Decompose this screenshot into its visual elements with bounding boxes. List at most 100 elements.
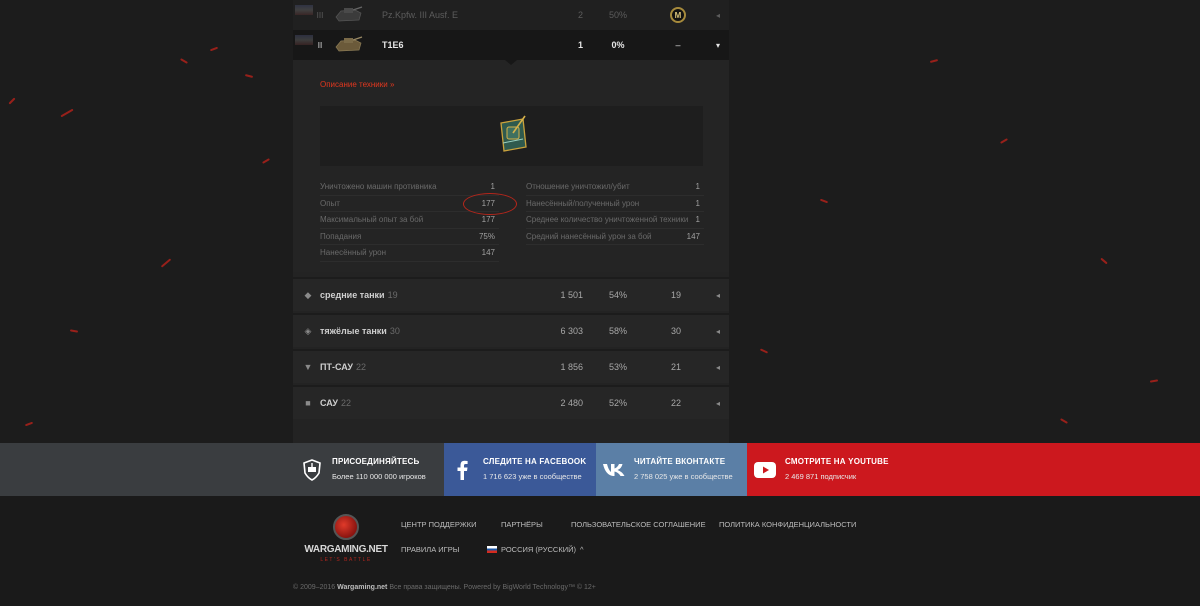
copyright: © 2009–2016 Wargaming.net Все права защи…: [293, 584, 596, 591]
partners-link[interactable]: ПАРТНЁРЫ: [501, 520, 543, 529]
mastery-badge-icon: M: [667, 7, 689, 23]
class-count: 22: [341, 398, 352, 408]
vk-subtitle: 2 758 025 уже в сообществе: [634, 472, 733, 481]
class-winrate: 52%: [608, 398, 627, 408]
class-row-spg[interactable]: ■ САУ 22 2 480 52% 22 ◂: [293, 385, 729, 419]
vk-title: ЧИТАЙТЕ ВКОНТАКТЕ: [634, 457, 726, 466]
class-name: ПТ-САУ 22: [320, 362, 367, 372]
class-row-tank-destroyers[interactable]: ▼ ПТ-САУ 22 1 856 53% 21 ◂: [293, 349, 729, 383]
expand-arrow-icon[interactable]: ◂: [713, 11, 723, 20]
language-label: РОССИЯ (РУССКИЙ): [501, 545, 576, 554]
vkontakte-banner[interactable]: ЧИТАЙТЕ ВКОНТАКТЕ 2 758 025 уже в сообще…: [596, 443, 747, 496]
collapse-arrow-icon[interactable]: ▾: [713, 41, 723, 50]
vehicle-tier: II: [317, 40, 323, 50]
class-mastery: 19: [670, 290, 681, 300]
facebook-banner[interactable]: СЛЕДИТЕ НА FACEBOOK 1 716 623 уже в сооб…: [444, 443, 596, 496]
youtube-subtitle: 2 469 871 подписчик: [785, 472, 857, 481]
vehicle-detail: Описание техники » Уничтожено машин прот…: [293, 60, 729, 272]
wargaming-logo[interactable]: WARGAMING.NET LET'S BATTLE: [300, 514, 392, 566]
user-agreement-link[interactable]: ПОЛЬЗОВАТЕЛЬСКОЕ СОГЛАШЕНИЕ: [571, 520, 706, 529]
expand-notch: [505, 60, 517, 65]
wargaming-logo-icon: [333, 514, 359, 540]
stat-label: Максимальный опыт за бой: [320, 215, 424, 224]
support-link[interactable]: ЦЕНТР ПОДДЕРЖКИ: [401, 520, 476, 529]
class-row-heavy-tanks[interactable]: ◈ тяжёлые танки 30 6 303 58% 30 ◂: [293, 313, 729, 347]
heavy-tank-icon: ◈: [304, 325, 312, 336]
youtube-banner[interactable]: СМОТРИТЕ НА YOUTUBE 2 469 871 подписчик: [747, 443, 1200, 496]
vehicle-row[interactable]: III Pz.Kpfw. III Ausf. E 2 50% M ◂: [293, 0, 729, 30]
stat-label: Уничтожено машин противника: [320, 182, 437, 191]
expand-arrow-icon[interactable]: ◂: [713, 327, 723, 336]
join-title: ПРИСОЕДИНЯЙТЕСЬ: [332, 457, 420, 466]
vehicle-name: Pz.Kpfw. III Ausf. E: [382, 10, 459, 20]
class-count: 19: [387, 290, 398, 300]
vehicle-battles: 1: [577, 40, 583, 50]
facebook-icon: [450, 458, 474, 482]
nation-flag-icon: [295, 35, 313, 45]
class-winrate: 53%: [608, 362, 627, 372]
join-game-banner[interactable]: ПРИСОЕДИНЯЙТЕСЬ Более 110 000 000 игроко…: [0, 443, 444, 496]
stat-row: Максимальный опыт за бой 177: [320, 212, 499, 229]
highlight-circle: [463, 193, 517, 215]
stat-label: Средний нанесённый урон за бой: [526, 231, 652, 241]
facebook-title: СЛЕДИТЕ НА FACEBOOK: [483, 457, 587, 466]
class-mastery: 21: [670, 362, 681, 372]
tank-icon: [335, 36, 363, 52]
class-count: 30: [389, 326, 400, 336]
expand-arrow-icon[interactable]: ◂: [713, 399, 723, 408]
stat-value: 75%: [478, 231, 495, 241]
game-rules-link[interactable]: ПРАВИЛА ИГРЫ: [401, 545, 459, 554]
stat-row: Средний нанесённый урон за бой 147: [526, 229, 704, 245]
youtube-icon: [753, 458, 777, 482]
class-battles: 2 480: [560, 398, 583, 408]
nation-flag-icon: [295, 5, 313, 15]
stats-column-right: Отношение уничтожил/убит 1 Нанесённый/по…: [526, 179, 704, 245]
youtube-title: СМОТРИТЕ НА YOUTUBE: [785, 457, 889, 466]
privacy-policy-link[interactable]: ПОЛИТИКА КОНФИДЕНЦИАЛЬНОСТИ: [719, 520, 856, 529]
stat-row: Среднее количество уничтоженной техники …: [526, 212, 704, 229]
stat-row: Уничтожено машин противника 1: [320, 179, 499, 196]
stat-row: Нанесённый/полученный урон 1: [526, 196, 704, 212]
stat-row: Нанесённый урон 147: [320, 245, 499, 262]
stat-label: Нанесённый/полученный урон: [526, 198, 640, 208]
stat-value: 1: [695, 215, 700, 224]
russia-flag-icon: [487, 546, 497, 553]
stat-row: Попадания 75%: [320, 229, 499, 245]
copyright-text: Все права защищены. Powered by BigWorld …: [389, 584, 596, 591]
chevron-up-icon: ^: [579, 545, 584, 554]
vehicle-image-icon: [500, 115, 527, 152]
stat-label: Попадания: [320, 231, 362, 241]
vehicle-winrate: 0%: [611, 40, 625, 50]
class-battles: 1 856: [560, 362, 583, 372]
vehicle-battles: 2: [577, 10, 583, 20]
stat-value: 1: [695, 198, 700, 208]
class-row-medium-tanks[interactable]: ◆ средние танки 19 1 501 54% 19 ◂: [293, 277, 729, 311]
expand-arrow-icon[interactable]: ◂: [713, 291, 723, 300]
stat-value: 1: [695, 182, 700, 191]
wot-shield-icon: [300, 458, 324, 482]
class-name: тяжёлые танки 30: [320, 326, 400, 336]
facebook-subtitle: 1 716 623 уже в сообществе: [483, 472, 582, 481]
vehicle-row-selected[interactable]: II T1E6 1 0% – ▾: [293, 30, 729, 60]
stat-row: Отношение уничтожил/убит 1: [526, 179, 704, 196]
copyright-brand: Wargaming.net: [337, 584, 388, 591]
vehicle-winrate: 50%: [608, 10, 627, 20]
tank-destroyer-icon: ▼: [303, 362, 313, 372]
social-bar: ПРИСОЕДИНЯЙТЕСЬ Более 110 000 000 игроко…: [0, 443, 1200, 496]
join-subtitle: Более 110 000 000 игроков: [332, 472, 426, 481]
class-winrate: 58%: [608, 326, 627, 336]
stat-label: Опыт: [320, 198, 340, 208]
spg-icon: ■: [305, 398, 311, 408]
class-battles: 1 501: [560, 290, 583, 300]
tank-icon: [335, 6, 363, 22]
class-battles: 6 303: [560, 326, 583, 336]
vehicle-description-link[interactable]: Описание техники »: [320, 80, 394, 89]
expand-arrow-icon[interactable]: ◂: [713, 363, 723, 372]
class-mastery: 22: [670, 398, 681, 408]
language-selector[interactable]: РОССИЯ (РУССКИЙ) ^: [487, 545, 584, 554]
stat-label: Среднее количество уничтоженной техники: [526, 215, 689, 224]
class-name: средние танки 19: [320, 290, 398, 300]
vehicle-mastery: –: [675, 40, 681, 50]
site-footer: WARGAMING.NET LET'S BATTLE ЦЕНТР ПОДДЕРЖ…: [0, 496, 1200, 606]
stat-label: Нанесённый урон: [320, 248, 387, 257]
